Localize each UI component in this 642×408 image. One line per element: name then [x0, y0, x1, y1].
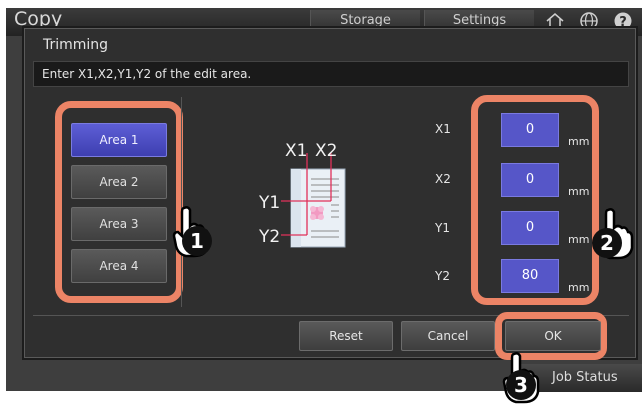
y1-unit: mm — [568, 233, 590, 246]
ok-button[interactable]: OK — [505, 321, 601, 351]
y2-unit: mm — [568, 281, 590, 294]
divider — [181, 97, 182, 307]
area-1-button[interactable]: Area 1 — [71, 123, 167, 157]
dialog-title: Trimming — [43, 37, 109, 53]
diagram-x1-label: X1 — [285, 141, 308, 161]
y2-label: Y2 — [435, 269, 450, 283]
x2-label: X2 — [435, 172, 451, 186]
screen: Copy Storage Settings ? Job Status Trimm… — [0, 0, 642, 405]
area-3-button[interactable]: Area 3 — [71, 207, 167, 241]
instruction-text: Enter X1,X2,Y1,Y2 of the edit area. — [33, 61, 629, 87]
callout-2: 2 — [592, 228, 622, 258]
x2-input[interactable]: 0 — [501, 163, 559, 197]
cancel-button[interactable]: Cancel — [401, 321, 495, 351]
y2-input[interactable]: 80 — [501, 259, 559, 293]
x1-input[interactable]: 0 — [501, 113, 559, 147]
area-4-button[interactable]: Area 4 — [71, 249, 167, 283]
diagram-y1-label: Y1 — [259, 193, 281, 213]
callout-3: 3 — [506, 370, 536, 400]
trimming-dialog: Trimming Enter X1,X2,Y1,Y2 of the edit a… — [24, 28, 636, 360]
y1-label: Y1 — [435, 221, 450, 235]
callout-1: 1 — [182, 226, 212, 256]
diagram-y2-label: Y2 — [259, 227, 281, 247]
y1-input[interactable]: 0 — [501, 211, 559, 245]
x1-label: X1 — [435, 122, 451, 136]
x1-unit: mm — [568, 135, 590, 148]
diagram-x2-label: X2 — [315, 141, 338, 161]
reset-button[interactable]: Reset — [299, 321, 393, 351]
x2-unit: mm — [568, 185, 590, 198]
app-title: Copy — [14, 8, 63, 30]
area-2-button[interactable]: Area 2 — [71, 165, 167, 199]
